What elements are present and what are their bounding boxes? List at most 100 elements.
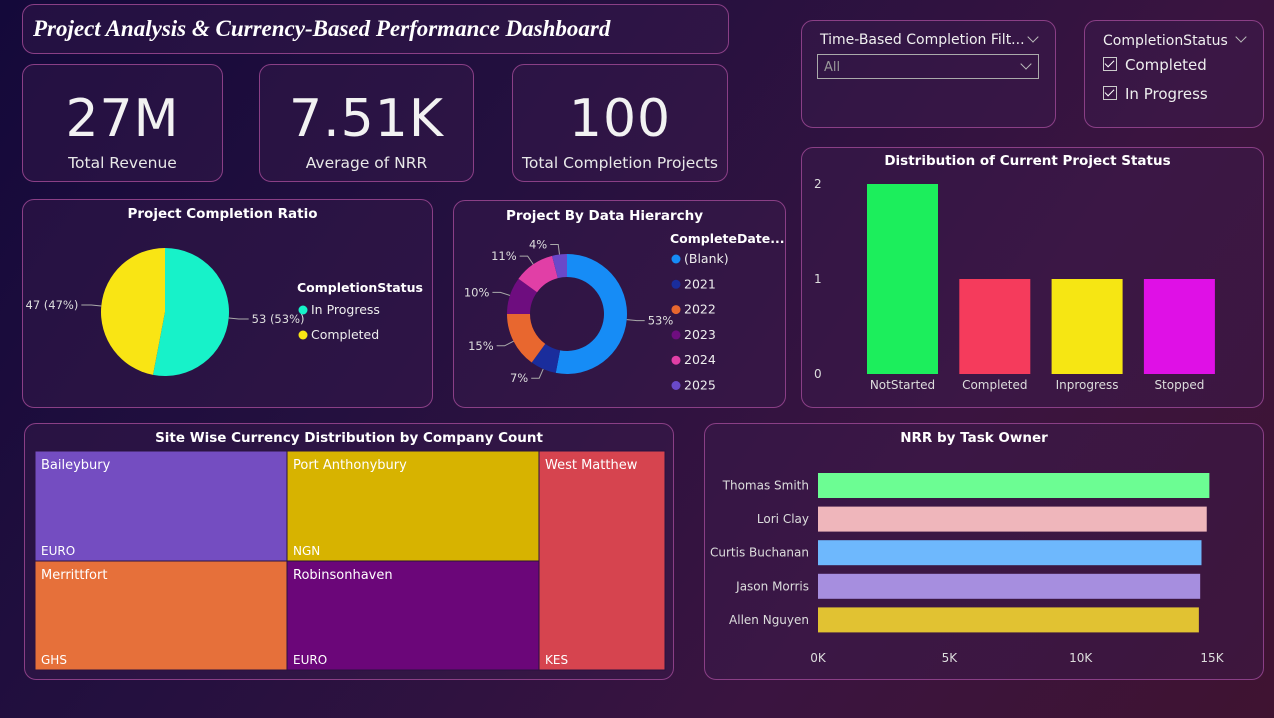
legend-label: In Progress: [311, 302, 380, 317]
bar: [1143, 279, 1215, 374]
leader-line: [81, 304, 102, 307]
data-hierarchy-card: Project By Data Hierarchy 53% 7% 15% 10% 11%…: [453, 200, 786, 408]
time-filter-title: Time-Based Completion Filt...: [820, 32, 1025, 48]
leader-line: [492, 291, 511, 296]
time-filter-value: All: [824, 60, 841, 75]
pie-slice: [101, 248, 165, 375]
y-tick-label: Lori Clay: [757, 512, 809, 526]
data-label: 11%: [491, 249, 517, 263]
bar: [818, 573, 1201, 599]
kpi-label: Average of NRR: [305, 154, 428, 172]
data-label: 47 (47%): [26, 298, 79, 312]
treemap-site-label: Merrittfort: [41, 568, 107, 583]
x-tick-label: 5K: [942, 651, 959, 665]
data-label: 7%: [510, 371, 528, 385]
treemap-cell: [538, 450, 666, 671]
completion-status-slicer[interactable]: CompletionStatus Completed In Progress: [1084, 20, 1264, 128]
leader-line: [496, 340, 514, 347]
treemap-currency-label: KES: [545, 653, 568, 667]
kpi-average-nrr: 7.51K Average of NRR: [259, 64, 474, 182]
option-label: Completed: [1125, 56, 1207, 74]
status-option-completed[interactable]: Completed: [1103, 56, 1207, 74]
completion-ratio-card: Project Completion Ratio 53 (53%) 47 (47%…: [22, 199, 433, 408]
data-label: 53 (53%): [252, 312, 305, 326]
legend-marker: [671, 355, 681, 365]
data-label: 53%: [648, 314, 674, 328]
y-tick-label: Allen Nguyen: [729, 613, 809, 627]
data-label: 4%: [529, 238, 547, 252]
x-tick-label: Stopped: [1154, 378, 1204, 392]
kpi-label: Total Revenue: [68, 154, 177, 172]
chevron-down-icon[interactable]: [1027, 31, 1039, 43]
leader-line: [626, 319, 645, 322]
bar: [959, 279, 1031, 374]
legend-marker: [671, 330, 681, 340]
checkbox[interactable]: [1103, 57, 1117, 71]
time-filter-dropdown[interactable]: All: [817, 54, 1039, 79]
treemap-site-label: Robinsonhaven: [293, 568, 393, 583]
kpi-total-completion-projects: 100 Total Completion Projects: [512, 64, 728, 182]
legend-marker: [298, 330, 308, 340]
legend-label: 2022: [684, 302, 716, 317]
treemap-currency-label: NGN: [293, 544, 320, 558]
legend-label: Completed: [311, 327, 379, 342]
legend-marker: [671, 381, 681, 390]
status-option-in-progress[interactable]: In Progress: [1103, 85, 1208, 103]
x-tick-label: 10K: [1069, 651, 1093, 665]
currency-treemap: Baileybury EURO Port Anthonybury NGN West Ma…: [34, 450, 666, 671]
project-status-bar-chart: 0 1 2 NotStarted Completed Inprogress Stopped: [814, 177, 1215, 392]
y-tick-label: 1: [814, 272, 822, 286]
time-filter-slicer[interactable]: Time-Based Completion Filt... All: [801, 20, 1056, 128]
data-label: 15%: [468, 339, 494, 353]
nrr-by-owner-card: NRR by Task Owner Thomas Smith Lori Clay C…: [704, 423, 1264, 680]
legend-marker: [671, 305, 681, 315]
legend-title: CompleteDate...: [670, 231, 784, 246]
option-label: In Progress: [1125, 85, 1208, 103]
legend-marker: [671, 254, 681, 264]
treemap-currency-label: GHS: [41, 653, 67, 667]
treemap-currency-label: EURO: [293, 653, 327, 667]
legend-label: 2023: [684, 327, 716, 342]
legend-label: (Blank): [684, 251, 729, 266]
leader-line: [228, 317, 249, 320]
y-tick-label: Thomas Smith: [722, 479, 809, 493]
treemap-site-label: Port Anthonybury: [293, 458, 407, 473]
x-tick-label: 15K: [1200, 651, 1224, 665]
data-hierarchy-donut-chart: 53% 7% 15% 10% 11% 4% CompleteDate... (Blank) 20…: [464, 231, 785, 393]
treemap-site-label: Baileybury: [41, 458, 111, 473]
chevron-down-icon: [1020, 58, 1032, 70]
kpi-value: 7.51K: [289, 89, 444, 149]
legend-marker: [298, 305, 308, 315]
x-tick-label: NotStarted: [870, 378, 935, 392]
dashboard-title: Project Analysis & Currency-Based Perfor…: [33, 16, 611, 41]
dashboard-title-card: Project Analysis & Currency-Based Perfor…: [22, 4, 729, 54]
data-label: 10%: [464, 285, 490, 299]
nrr-by-owner-bar-chart: Thomas Smith Lori Clay Curtis Buchanan Jaso…: [710, 473, 1225, 665]
legend-title: CompletionStatus: [297, 280, 423, 295]
legend-marker: [671, 279, 681, 289]
legend-label: 2021: [684, 276, 716, 291]
bar: [818, 540, 1202, 566]
y-tick-label: Curtis Buchanan: [710, 546, 809, 560]
y-tick-label: Jason Morris: [735, 579, 809, 593]
checkbox[interactable]: [1103, 86, 1117, 100]
completion-ratio-pie-chart: 53 (53%) 47 (47%) CompletionStatus In Progr…: [26, 248, 423, 376]
leader-line: [519, 255, 534, 265]
bar: [818, 473, 1210, 498]
kpi-total-revenue: 27M Total Revenue: [22, 64, 223, 182]
leader-line: [550, 244, 560, 255]
kpi-value: 100: [568, 89, 672, 149]
status-filter-title: CompletionStatus: [1103, 33, 1228, 49]
currency-treemap-card: Site Wise Currency Distribution by Compa…: [24, 423, 674, 680]
x-tick-label: Inprogress: [1056, 378, 1119, 392]
chevron-down-icon[interactable]: [1235, 31, 1247, 43]
bar: [818, 506, 1207, 532]
leader-line: [531, 368, 544, 379]
legend-label: 2025: [684, 378, 716, 393]
y-tick-label: 2: [814, 177, 822, 191]
project-status-card: Distribution of Current Project Status 0…: [801, 147, 1264, 408]
bar: [818, 607, 1199, 633]
x-tick-label: 0K: [810, 651, 827, 665]
y-tick-label: 0: [814, 367, 822, 381]
kpi-value: 27M: [65, 89, 180, 149]
